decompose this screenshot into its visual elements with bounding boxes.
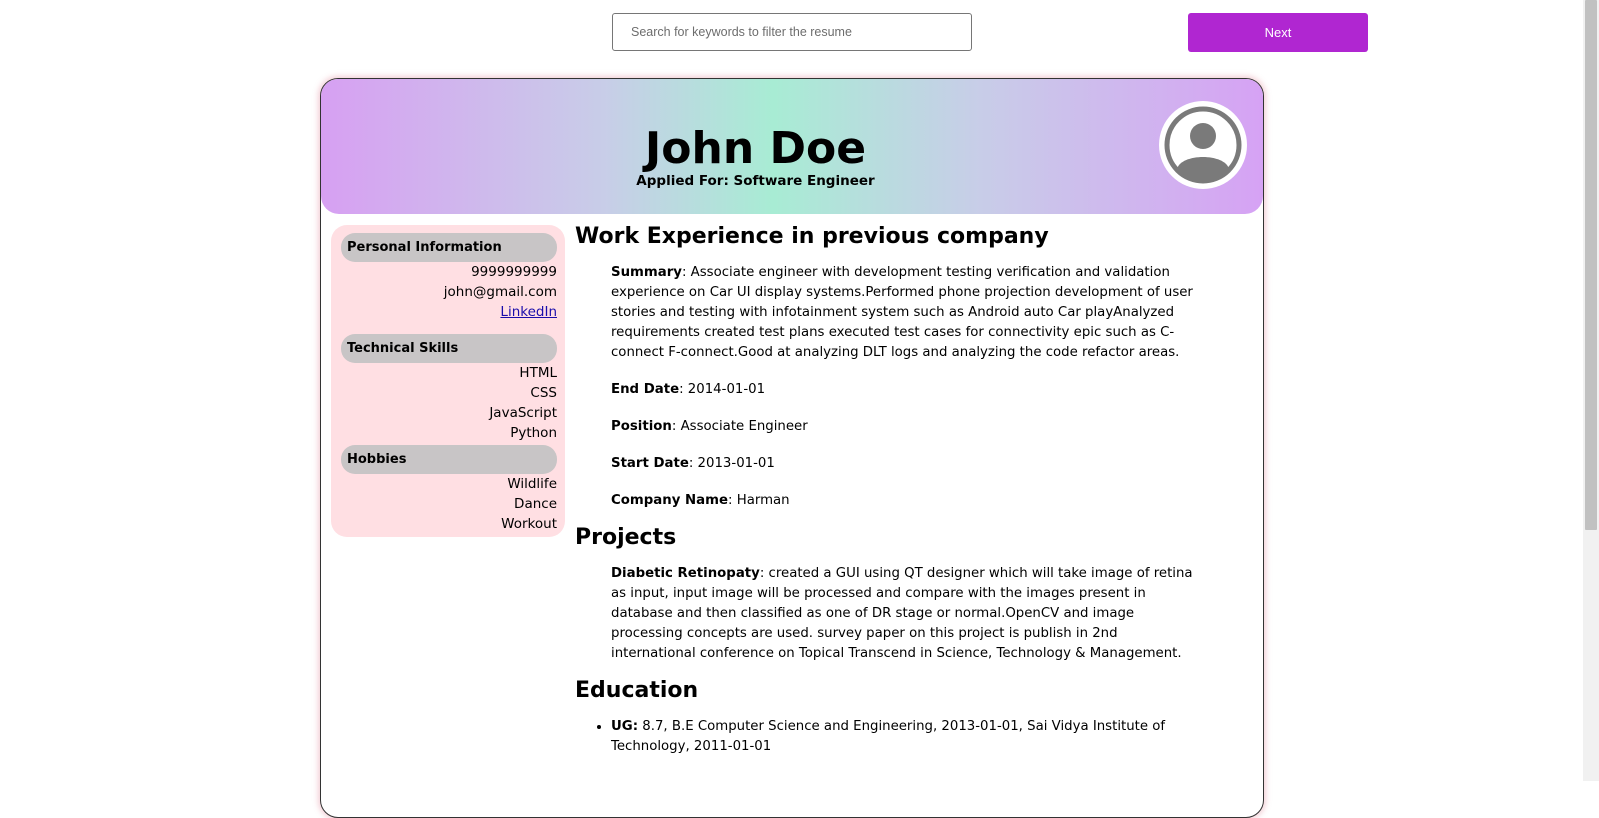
work-start-date: Start Date: 2013-01-01 (611, 454, 1201, 474)
next-button[interactable]: Next (1188, 13, 1368, 52)
resume-card: John Doe Applied For: Software Engineer … (320, 78, 1264, 818)
start-date-label: Start Date (611, 456, 689, 471)
start-date-value: : 2013-01-01 (688, 456, 775, 471)
avatar (1159, 101, 1247, 189)
sidebar: Personal Information 9999999999 john@gma… (331, 225, 565, 537)
summary-label: Summary (611, 265, 682, 280)
skill-item: CSS (530, 385, 557, 401)
main-content: Work Experience in previous company Summ… (575, 223, 1215, 757)
projects-heading: Projects (575, 525, 677, 550)
scrollbar-thumb[interactable] (1585, 0, 1597, 530)
project-entry: Diabetic Retinopaty: created a GUI using… (611, 564, 1201, 664)
work-position: Position: Associate Engineer (611, 417, 1201, 437)
end-date-value: : 2014-01-01 (679, 382, 766, 397)
linkedin-link[interactable]: LinkedIn (500, 304, 557, 320)
user-icon (1164, 106, 1242, 184)
company-value: : Harman (727, 493, 790, 508)
ug-label: UG: (611, 719, 639, 734)
email: john@gmail.com (443, 284, 557, 300)
company-label: Company Name (611, 493, 728, 508)
hobby-item: Workout (501, 516, 557, 532)
resume-header: John Doe Applied For: Software Engineer (321, 79, 1263, 214)
hobbies-heading: Hobbies (341, 445, 557, 474)
work-summary: Summary: Associate engineer with develop… (611, 263, 1201, 363)
hobby-item: Dance (514, 496, 557, 512)
skill-item: Python (510, 425, 557, 441)
project-name: Diabetic Retinopaty (611, 566, 760, 581)
position-value: : Associate Engineer (671, 419, 808, 434)
personal-info-heading: Personal Information (341, 233, 557, 262)
education-heading: Education (575, 678, 699, 703)
position-label: Position (611, 419, 672, 434)
end-date-label: End Date (611, 382, 680, 397)
ug-details: 8.7, B.E Computer Science and Engineerin… (611, 719, 1166, 754)
work-company: Company Name: Harman (611, 491, 1201, 511)
hobby-item: Wildlife (507, 476, 557, 492)
candidate-name: John Doe (644, 123, 867, 174)
technical-skills-heading: Technical Skills (341, 334, 557, 363)
applied-for: Applied For: Software Engineer (636, 173, 875, 189)
skill-item: JavaScript (489, 405, 557, 421)
work-experience-heading: Work Experience in previous company (575, 224, 1049, 249)
education-list: UG: 8.7, B.E Computer Science and Engine… (575, 717, 1201, 757)
education-item-ug: UG: 8.7, B.E Computer Science and Engine… (611, 717, 1201, 757)
search-input[interactable] (612, 13, 972, 51)
phone-number: 9999999999 (471, 264, 557, 280)
work-end-date: End Date: 2014-01-01 (611, 380, 1201, 400)
scrollbar[interactable] (1583, 0, 1599, 781)
summary-text: : Associate engineer with development te… (611, 265, 1193, 360)
skill-item: HTML (519, 365, 557, 381)
